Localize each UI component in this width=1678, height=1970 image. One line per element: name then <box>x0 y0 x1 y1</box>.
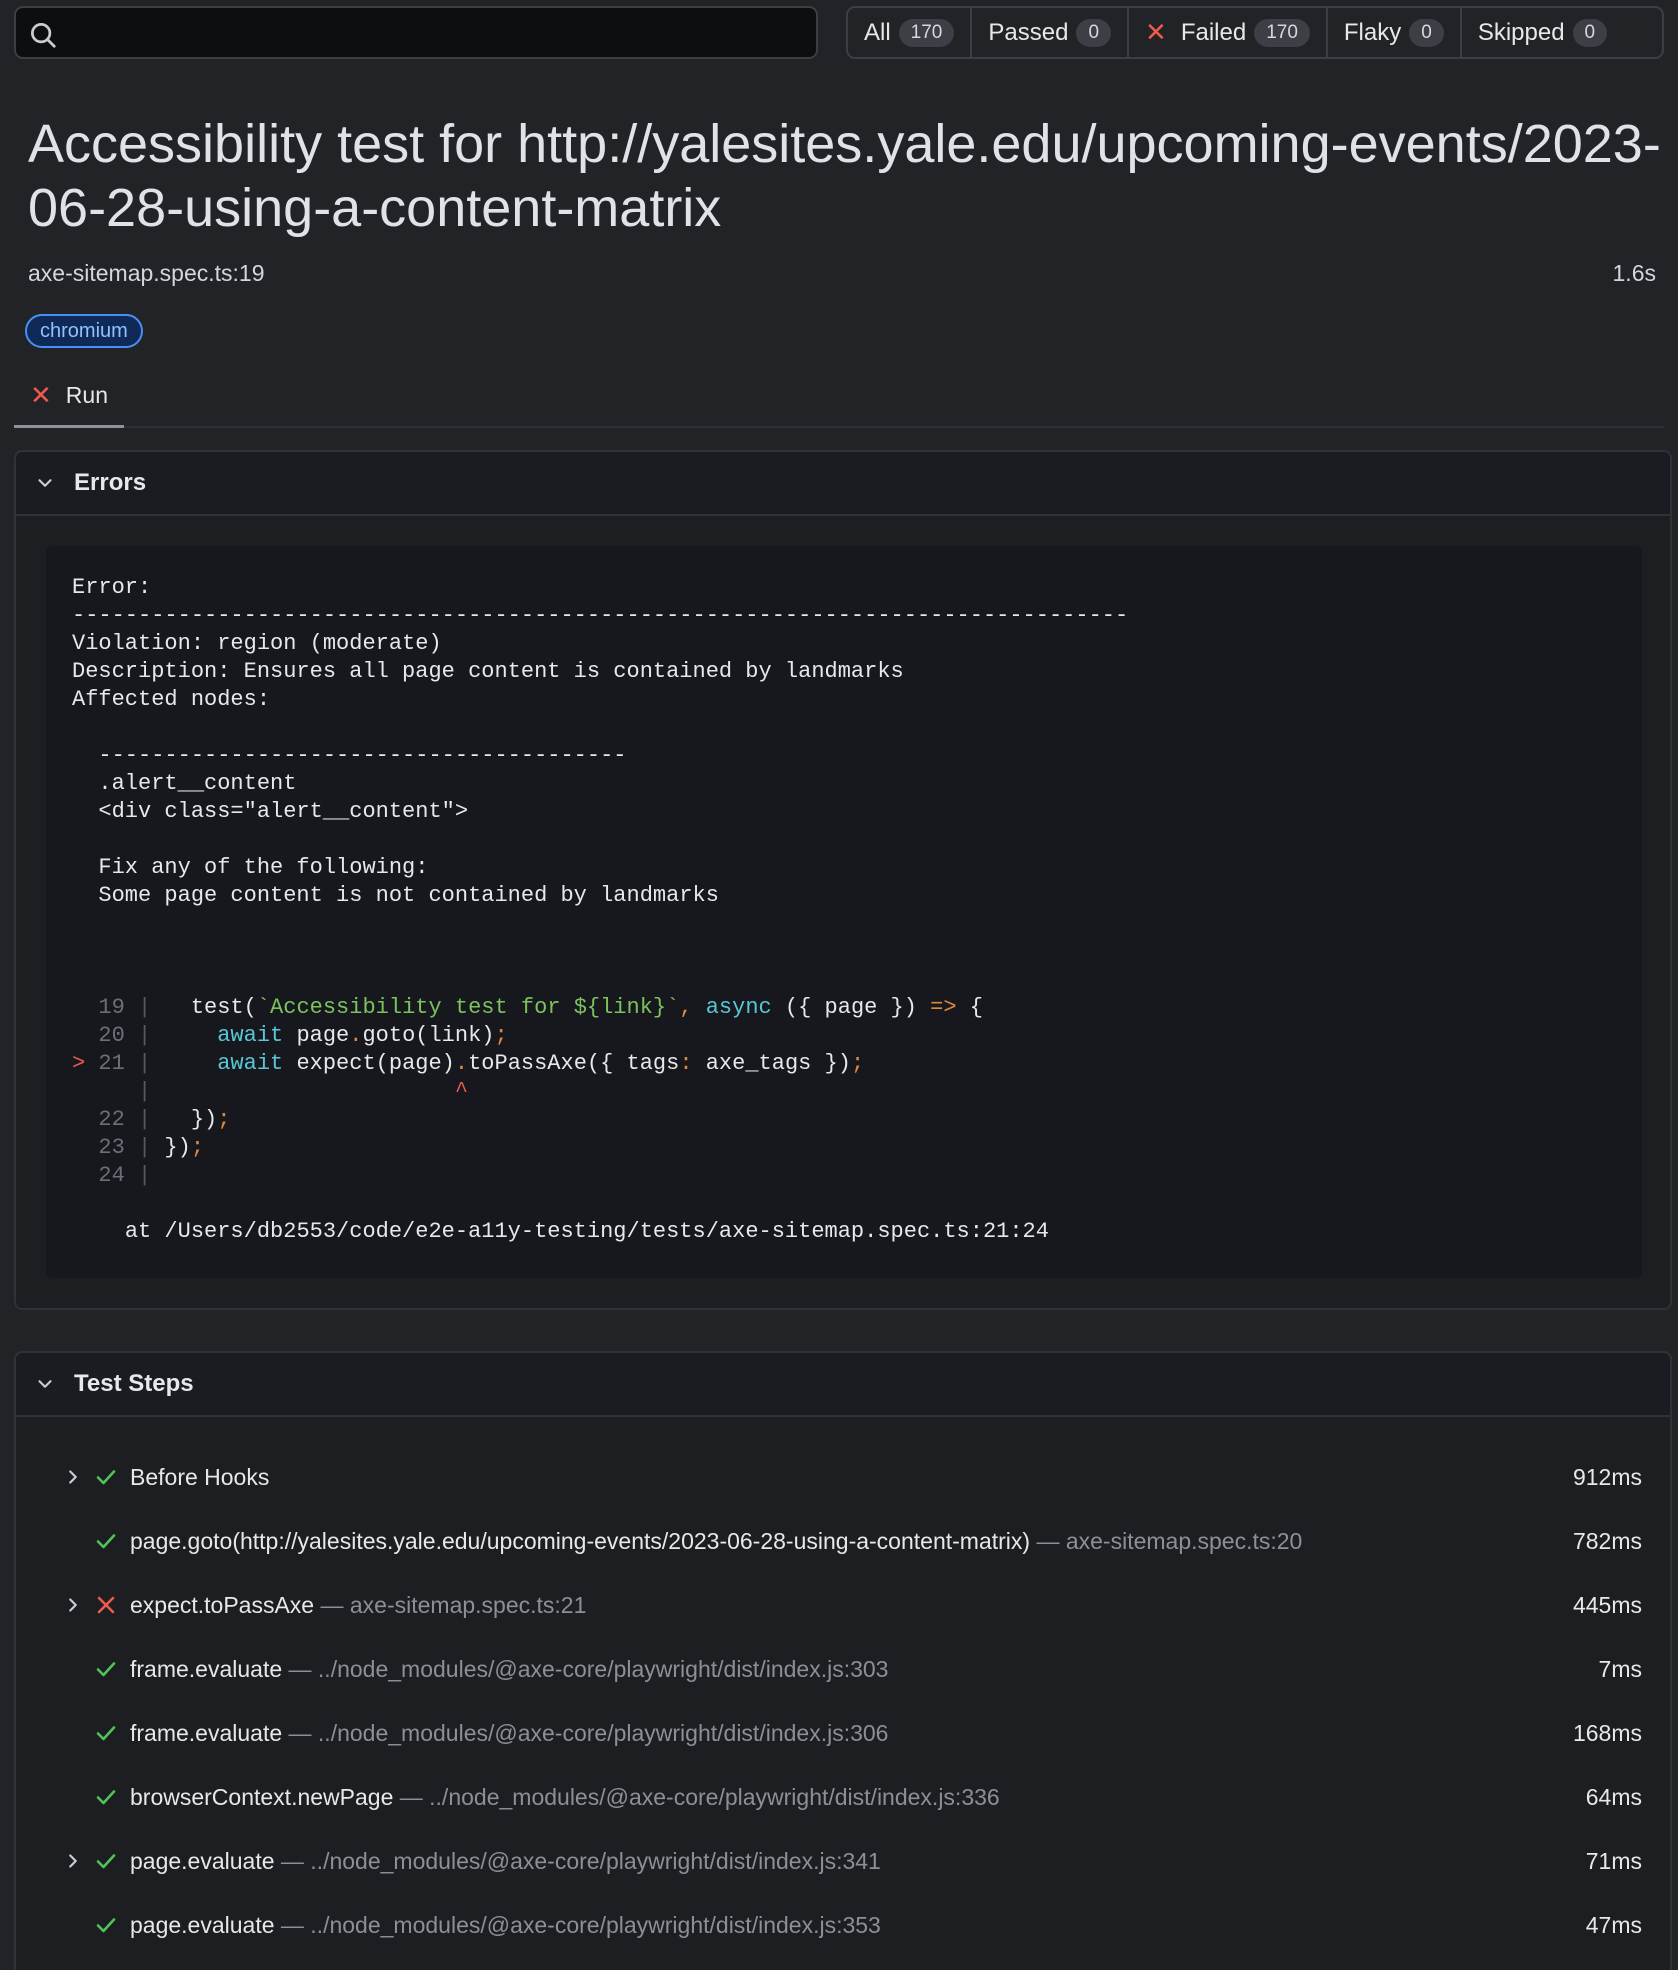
error-line: <div class="alert__content"> <box>72 799 469 824</box>
test-location: axe-sitemap.spec.ts:19 <box>28 260 265 286</box>
test-title: Accessibility test for http://yalesites.… <box>28 114 1661 238</box>
source-line: 24 | <box>98 1163 152 1188</box>
cross-icon: ✕ <box>1145 17 1167 47</box>
step-row[interactable]: Before Hooks 912ms <box>62 1457 1642 1497</box>
step-row[interactable]: page.evaluate — ../node_modules/@axe-cor… <box>62 1905 1642 1945</box>
filter-skipped-label: Skipped <box>1477 18 1565 46</box>
step-row[interactable]: frame.evaluate — ../node_modules/@axe-co… <box>62 1649 1642 1689</box>
step-name: frame.evaluate — ../node_modules/@axe-co… <box>130 1655 889 1682</box>
search-box[interactable] <box>14 6 818 59</box>
chevron-right-icon[interactable] <box>62 1594 84 1616</box>
step-name: page.evaluate — ../node_modules/@axe-cor… <box>130 1911 881 1938</box>
step-row[interactable]: expect.toPassAxe — axe-sitemap.spec.ts:2… <box>62 1585 1642 1625</box>
source-line: 22 | }); <box>98 1107 231 1132</box>
error-message: Error: ---------------------------------… <box>46 546 1642 1278</box>
error-line: Violation: region (moderate) <box>72 631 442 656</box>
step-row[interactable]: browserContext.newPage — ../node_modules… <box>62 1777 1642 1817</box>
step-duration: 7ms <box>1598 1655 1642 1682</box>
test-steps-header[interactable]: Test Steps <box>16 1353 1670 1417</box>
check-icon <box>96 1854 116 1869</box>
error-line: .alert__content <box>72 771 297 796</box>
step-name: frame.evaluate — ../node_modules/@axe-co… <box>130 1719 889 1746</box>
cross-icon <box>97 1596 115 1614</box>
test-steps-panel: Test Steps Before Hooks 912ms page.goto(… <box>14 1351 1672 1970</box>
filter-flaky-count: 0 <box>1409 18 1444 47</box>
check-icon <box>96 1790 116 1805</box>
check-icon <box>96 1470 116 1485</box>
chevron-right-icon[interactable] <box>62 1466 84 1488</box>
test-duration: 1.6s <box>1612 260 1656 286</box>
step-name: page.goto(http://yalesites.yale.edu/upco… <box>130 1527 1303 1554</box>
step-row[interactable]: frame.evaluate — ../node_modules/@axe-co… <box>62 1713 1642 1753</box>
source-line: 19 | test(`Accessibility test for ${link… <box>98 995 983 1020</box>
test-steps-heading: Test Steps <box>74 1370 194 1397</box>
error-line: Affected nodes: <box>72 687 271 712</box>
chevron-down-icon <box>38 479 52 487</box>
run-tabs: ✕ Run <box>14 366 1664 428</box>
step-duration: 912ms <box>1572 1463 1642 1490</box>
filter-all-count: 170 <box>898 18 955 47</box>
filter-skipped-count: 0 <box>1572 18 1608 47</box>
project-badge[interactable]: chromium <box>25 314 143 348</box>
check-icon <box>96 1662 116 1677</box>
step-duration: 64ms <box>1585 1783 1642 1810</box>
error-line: ----------------------------------------… <box>72 603 1129 628</box>
status-filters: All 170 Passed 0 ✕ Failed 170 Flaky 0 Sk… <box>846 6 1664 59</box>
step-name: browserContext.newPage — ../node_modules… <box>130 1783 1000 1810</box>
filter-flaky-label: Flaky <box>1343 18 1402 46</box>
step-duration: 445ms <box>1572 1591 1642 1618</box>
chevron-down-icon <box>38 1380 52 1388</box>
step-duration: 71ms <box>1585 1847 1642 1874</box>
source-line: 20 | await page.goto(link); <box>98 1023 508 1048</box>
step-duration: 168ms <box>1572 1719 1642 1746</box>
error-caret: | ^ <box>138 1079 469 1104</box>
top-bar: All 170 Passed 0 ✕ Failed 170 Flaky 0 Sk… <box>14 6 1664 59</box>
test-meta-row: axe-sitemap.spec.ts:19 1.6s <box>28 260 1656 287</box>
error-line: Description: Ensures all page content is… <box>72 659 904 684</box>
cross-icon: ✕ <box>30 380 52 410</box>
check-icon <box>96 1534 116 1549</box>
tab-run[interactable]: ✕ Run <box>14 366 124 428</box>
step-duration: 782ms <box>1572 1527 1642 1554</box>
error-line: ---------------------------------------- <box>72 743 627 768</box>
errors-panel: Errors Error: --------------------------… <box>14 450 1672 1310</box>
error-line: Some page content is not contained by la… <box>72 883 719 908</box>
source-line: 23 | }); <box>98 1135 205 1160</box>
filter-flaky[interactable]: Flaky 0 <box>1328 8 1462 57</box>
errors-header[interactable]: Errors <box>16 452 1670 516</box>
filter-all[interactable]: All 170 <box>848 8 973 57</box>
check-icon <box>96 1918 116 1933</box>
source-line-highlighted: > 21 | await expect(page).toPassAxe({ ta… <box>72 1051 865 1076</box>
filter-passed[interactable]: Passed 0 <box>972 8 1130 57</box>
filter-all-label: All <box>864 18 891 46</box>
chevron-right-icon[interactable] <box>62 1850 84 1872</box>
filter-failed-label: Failed <box>1180 18 1247 46</box>
step-name: Before Hooks <box>130 1463 270 1490</box>
tab-run-label: Run <box>65 382 108 408</box>
filter-failed-count: 170 <box>1254 18 1310 47</box>
filter-passed-label: Passed <box>988 18 1069 46</box>
step-row[interactable]: page.evaluate — ../node_modules/@axe-cor… <box>62 1841 1642 1881</box>
error-line: Error: <box>72 575 152 600</box>
filter-failed[interactable]: ✕ Failed 170 <box>1129 8 1328 57</box>
check-icon <box>96 1726 116 1741</box>
step-name: page.evaluate — ../node_modules/@axe-cor… <box>130 1847 881 1874</box>
errors-heading: Errors <box>74 469 147 496</box>
step-duration: 47ms <box>1585 1911 1642 1938</box>
step-row[interactable]: page.goto(http://yalesites.yale.edu/upco… <box>62 1521 1642 1561</box>
search-input[interactable] <box>70 14 806 52</box>
filter-passed-count: 0 <box>1076 18 1112 47</box>
filter-skipped[interactable]: Skipped 0 <box>1462 8 1623 57</box>
stack-trace[interactable]: at /Users/db2553/code/e2e-a11y-testing/t… <box>125 1219 1049 1244</box>
step-name: expect.toPassAxe — axe-sitemap.spec.ts:2… <box>130 1591 587 1618</box>
error-line: Fix any of the following: <box>72 855 429 880</box>
search-icon <box>31 23 56 48</box>
